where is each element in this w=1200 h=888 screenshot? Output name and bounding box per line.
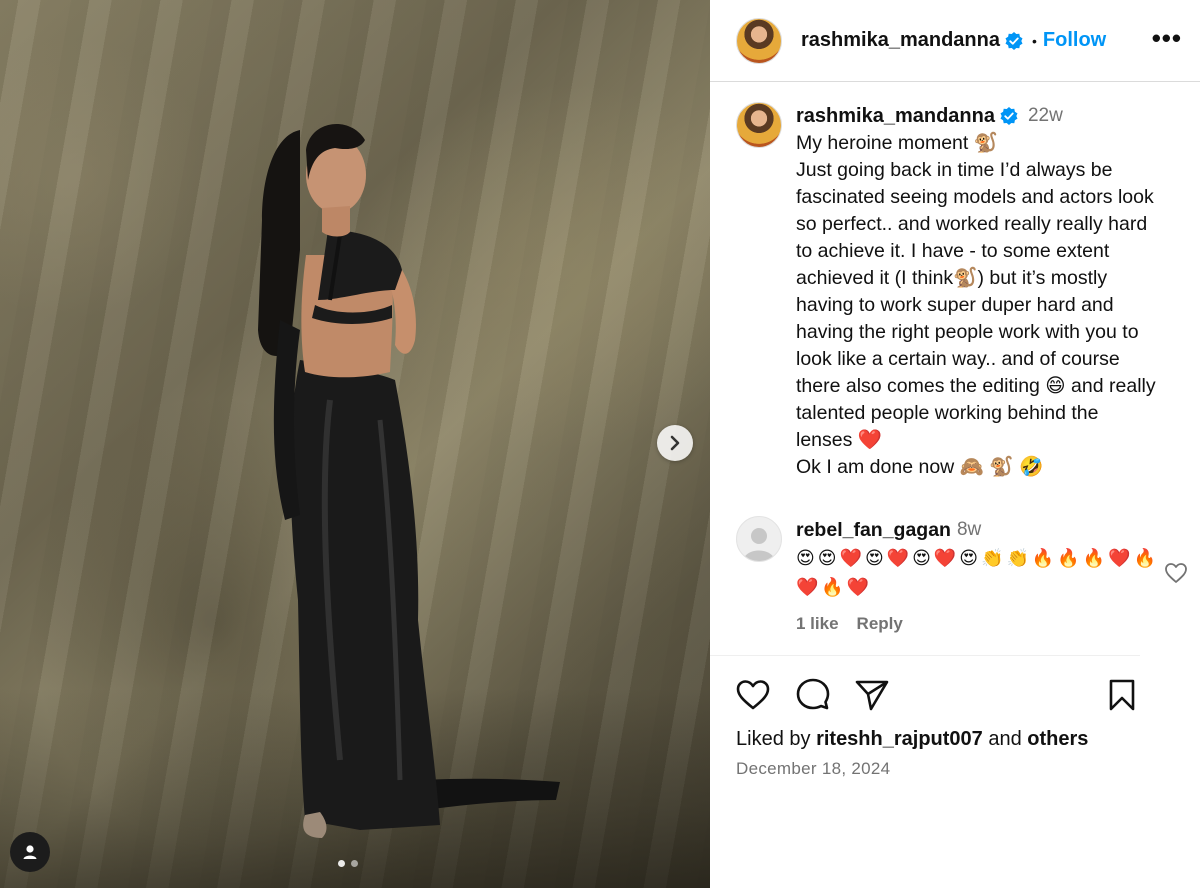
caption-line: so perfect.. and worked really really ha…	[796, 213, 1148, 235]
caption-author-avatar[interactable]	[736, 102, 782, 148]
person-icon	[23, 845, 37, 859]
liked-by-user[interactable]: riteshh_rajput007	[816, 728, 983, 750]
comment-likes-count[interactable]: 1 like	[796, 614, 839, 634]
header-separator: •	[1031, 32, 1037, 49]
caption-line: Just going back in time I’d always be	[796, 159, 1113, 181]
like-button[interactable]	[734, 676, 772, 714]
caption-line: talented people working behind the	[796, 402, 1099, 424]
caption-line: My heroine moment 🐒	[796, 132, 999, 154]
comment-item: rebel_fan_gagan 8w 😍😍❤️😍❤️😍❤️😍👏👏🔥🔥🔥❤️🔥❤️…	[736, 516, 1196, 634]
verified-badge-icon	[1000, 107, 1018, 125]
author-avatar[interactable]	[736, 17, 782, 64]
commenter-avatar[interactable]	[736, 516, 782, 562]
caption-line: having to work super duper hard and	[796, 294, 1114, 316]
carousel-next-button[interactable]	[657, 425, 693, 461]
tagged-users-button[interactable]	[10, 832, 50, 872]
carousel-dot	[338, 860, 345, 867]
post-date[interactable]: December 18, 2024	[736, 759, 890, 779]
caption-line: look like a certain way.. and of course	[796, 348, 1120, 370]
verified-badge-icon	[1005, 31, 1023, 50]
caption-line: lenses ❤️	[796, 429, 883, 451]
chevron-right-icon	[670, 435, 680, 451]
follow-button[interactable]: Follow	[1043, 29, 1106, 52]
bookmark-icon	[1109, 679, 1135, 711]
heart-icon	[736, 680, 770, 710]
post-header: rashmika_mandanna • Follow •••	[710, 0, 1200, 82]
caption-line: to achieve it. I have - to some extent	[796, 240, 1110, 262]
commenter-username[interactable]: rebel_fan_gagan	[796, 519, 951, 542]
caption: rashmika_mandanna 22w My heroine moment …	[736, 102, 1196, 481]
send-icon	[855, 680, 889, 711]
save-button[interactable]	[1103, 676, 1141, 714]
caption-line: fascinated seeing models and actors look	[796, 186, 1154, 208]
comment-icon	[796, 678, 830, 710]
liked-by-and: and	[988, 728, 1022, 750]
author-username[interactable]: rashmika_mandanna	[801, 29, 1000, 52]
default-avatar-icon	[743, 528, 775, 561]
caption-author-username[interactable]: rashmika_mandanna	[796, 105, 995, 128]
likes-summary[interactable]: Liked by riteshh_rajput007 and others	[736, 728, 1088, 751]
liked-by-prefix: Liked by	[736, 728, 811, 750]
post-photo-figure	[258, 123, 560, 838]
comment-timestamp[interactable]: 8w	[957, 519, 981, 541]
more-options-button[interactable]: •••	[1152, 25, 1182, 51]
post-media[interactable]	[0, 0, 710, 888]
comment-reply-button[interactable]: Reply	[857, 614, 903, 634]
section-divider	[710, 655, 1140, 656]
post-actions-bar	[734, 676, 1174, 716]
more-icon: •••	[1151, 23, 1182, 53]
comment-button[interactable]	[794, 676, 832, 714]
caption-timestamp[interactable]: 22w	[1028, 105, 1063, 127]
comment-text: 😍😍❤️😍❤️😍❤️😍👏👏🔥🔥🔥❤️🔥❤️🔥❤️	[796, 548, 1159, 597]
liked-by-others[interactable]: others	[1027, 728, 1088, 750]
caption-line: having the right people work with you to	[796, 321, 1139, 343]
post-details-panel: rashmika_mandanna • Follow ••• rashmika_…	[710, 0, 1200, 888]
caption-line: Ok I am done now 🙈 🐒 🤣	[796, 456, 1044, 478]
share-button[interactable]	[853, 676, 891, 714]
caption-text: My heroine moment 🐒 Just going back in t…	[796, 130, 1196, 481]
carousel-dot	[351, 860, 358, 867]
caption-line: achieved it (I think🐒) but it’s mostly	[796, 267, 1108, 289]
comment-like-heart-icon[interactable]	[1164, 562, 1188, 584]
caption-line: there also comes the editing 😄 and reall…	[796, 375, 1156, 397]
carousel-indicator	[338, 860, 358, 867]
